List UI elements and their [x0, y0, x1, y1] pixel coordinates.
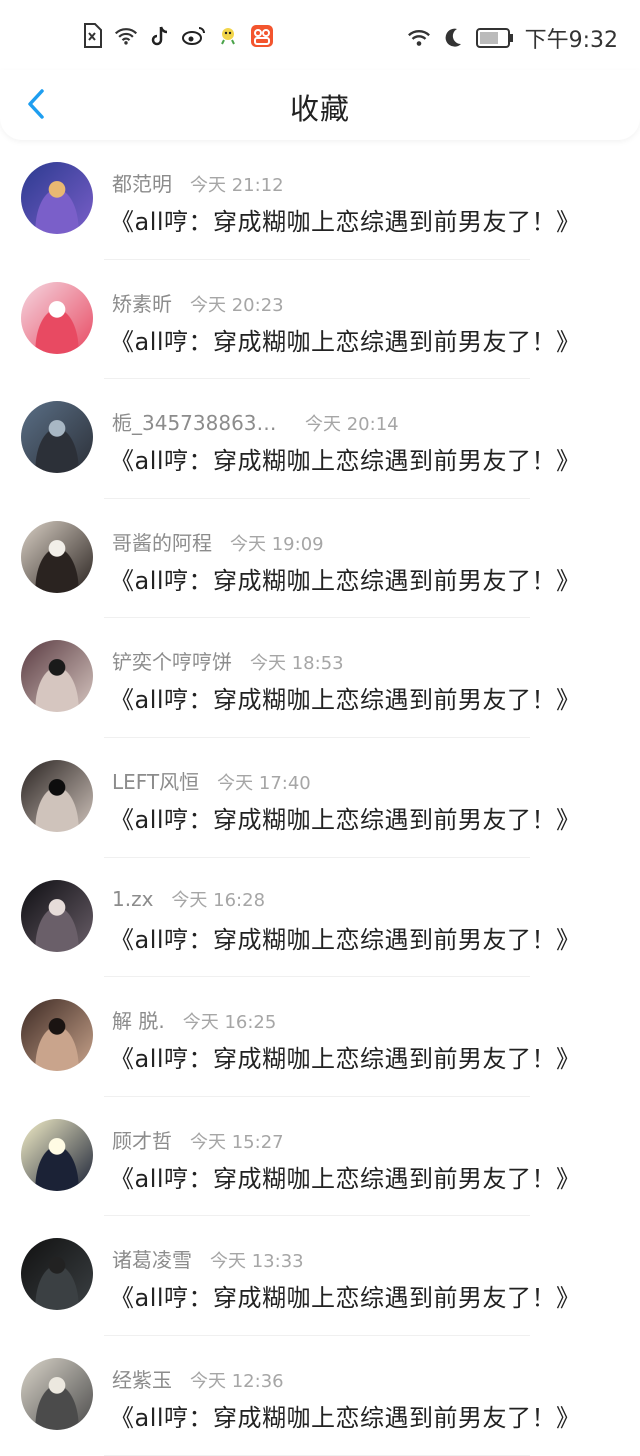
list-item[interactable]: 铲奕个哼哼饼 今天 18:53 《all哼：穿成糊咖上恋综遇到前男友了！》 — [0, 618, 640, 738]
timestamp: 今天 18:53 — [250, 653, 344, 675]
list-item[interactable]: 栀_34573886374... 今天 20:14 《all哼：穿成糊咖上恋综遇到前… — [0, 379, 640, 499]
list-item[interactable]: 1.zx 今天 16:28 《all哼：穿成糊咖上恋综遇到前男友了！》 — [0, 858, 640, 978]
avatar[interactable] — [21, 879, 93, 952]
username[interactable]: 铲奕个哼哼饼 — [112, 646, 232, 675]
timestamp: 今天 20:14 — [305, 414, 399, 436]
avatar[interactable] — [21, 999, 93, 1072]
item-meta: 哥酱的阿程 今天 19:09 — [112, 527, 324, 556]
item-meta: 顾才哲 今天 15:27 — [112, 1125, 284, 1154]
timestamp: 今天 21:12 — [190, 175, 284, 196]
chat-bird-icon — [216, 22, 240, 50]
item-meta: 1.zx 今天 16:28 — [112, 886, 265, 912]
avatar[interactable] — [21, 640, 93, 713]
favorited-title[interactable]: 《all哼：穿成糊咖上恋综遇到前男友了！》 — [110, 561, 581, 596]
username[interactable]: 栀_34573886374... — [112, 407, 287, 436]
item-meta: 铲奕个哼哼饼 今天 18:53 — [112, 646, 344, 675]
item-meta: 矫素昕 今天 20:23 — [112, 288, 284, 317]
store-icon — [250, 22, 274, 50]
favorites-list: 都范明 今天 21:12 《all哼：穿成糊咖上恋综遇到前男友了！》 矫素昕 今天 20… — [0, 140, 640, 1456]
username[interactable]: 哥酱的阿程 — [112, 527, 212, 556]
divider — [104, 1454, 530, 1456]
item-meta: 解 脱. 今天 16:25 — [112, 1005, 276, 1034]
favorited-title[interactable]: 《all哼：穿成糊咖上恋综遇到前男友了！》 — [110, 441, 581, 476]
username[interactable]: 都范明 — [112, 168, 172, 197]
timestamp: 今天 16:25 — [182, 1012, 277, 1034]
timestamp: 今天 17:40 — [217, 772, 311, 794]
timestamp: 今天 19:09 — [230, 533, 324, 555]
moon-icon — [441, 24, 465, 52]
favorited-title[interactable]: 《all哼：穿成糊咖上恋综遇到前男友了！》 — [110, 800, 581, 835]
avatar[interactable] — [21, 281, 93, 354]
favorited-title[interactable]: 《all哼：穿成糊咖上恋综遇到前男友了！》 — [110, 680, 581, 715]
avatar[interactable] — [21, 1118, 93, 1191]
timestamp: 今天 12:36 — [190, 1370, 284, 1392]
status-bar: 下午9:32 — [0, 0, 640, 70]
tiktok-icon — [148, 22, 172, 50]
item-meta: 都范明 今天 21:12 — [112, 168, 284, 197]
sim-missing-icon — [80, 22, 104, 50]
list-item[interactable]: 顾才哲 今天 15:27 《all哼：穿成糊咖上恋综遇到前男友了！》 — [0, 1097, 640, 1217]
avatar[interactable] — [21, 1238, 93, 1311]
favorited-title[interactable]: 《all哼：穿成糊咖上恋综遇到前男友了！》 — [110, 1398, 581, 1433]
list-item[interactable]: 矫素昕 今天 20:23 《all哼：穿成糊咖上恋综遇到前男友了！》 — [0, 260, 640, 380]
username[interactable]: 解 脱. — [112, 1005, 165, 1034]
wifi-icon — [114, 22, 138, 50]
avatar[interactable] — [21, 520, 93, 593]
favorited-title[interactable]: 《all哼：穿成糊咖上恋综遇到前男友了！》 — [110, 920, 581, 955]
battery-icon — [475, 24, 515, 52]
favorited-title[interactable]: 《all哼：穿成糊咖上恋综遇到前男友了！》 — [110, 202, 581, 237]
status-right-icons: 下午9:32 — [407, 22, 618, 54]
timestamp: 今天 13:33 — [210, 1251, 304, 1273]
wifi-icon — [407, 24, 431, 52]
item-meta: 经紫玉 今天 12:36 — [112, 1364, 284, 1393]
avatar[interactable] — [21, 401, 93, 474]
favorited-title[interactable]: 《all哼：穿成糊咖上恋综遇到前男友了！》 — [110, 1159, 581, 1194]
timestamp: 今天 20:23 — [190, 294, 284, 316]
favorited-title[interactable]: 《all哼：穿成糊咖上恋综遇到前男友了！》 — [110, 1278, 581, 1313]
timestamp: 今天 15:27 — [190, 1131, 284, 1153]
favorited-title[interactable]: 《all哼：穿成糊咖上恋综遇到前男友了！》 — [110, 1039, 581, 1074]
username[interactable]: 矫素昕 — [112, 288, 172, 317]
username[interactable]: 经紫玉 — [112, 1364, 172, 1393]
avatar[interactable] — [21, 759, 93, 832]
list-item[interactable]: LEFT风恒 今天 17:40 《all哼：穿成糊咖上恋综遇到前男友了！》 — [0, 738, 640, 858]
list-item[interactable]: 都范明 今天 21:12 《all哼：穿成糊咖上恋综遇到前男友了！》 — [0, 140, 640, 260]
username[interactable]: 诸葛凌雪 — [112, 1244, 192, 1273]
weibo-icon — [182, 22, 206, 50]
list-item[interactable]: 诸葛凌雪 今天 13:33 《all哼：穿成糊咖上恋综遇到前男友了！》 — [0, 1216, 640, 1336]
status-left-icons — [80, 22, 274, 50]
list-item[interactable]: 解 脱. 今天 16:25 《all哼：穿成糊咖上恋综遇到前男友了！》 — [0, 977, 640, 1097]
username[interactable]: 1.zx — [112, 887, 153, 911]
item-meta: 诸葛凌雪 今天 13:33 — [112, 1244, 304, 1273]
list-item[interactable]: 哥酱的阿程 今天 19:09 《all哼：穿成糊咖上恋综遇到前男友了！》 — [0, 499, 640, 619]
app-header: 收藏 — [0, 70, 640, 140]
item-meta: LEFT风恒 今天 17:40 — [112, 766, 311, 795]
favorited-title[interactable]: 《all哼：穿成糊咖上恋综遇到前男友了！》 — [110, 322, 581, 357]
username[interactable]: LEFT风恒 — [112, 766, 199, 795]
list-item[interactable]: 经紫玉 今天 12:36 《all哼：穿成糊咖上恋综遇到前男友了！》 — [0, 1336, 640, 1456]
avatar[interactable] — [21, 162, 93, 234]
timestamp: 今天 16:28 — [171, 889, 266, 911]
item-meta: 栀_34573886374... 今天 20:14 — [112, 407, 399, 436]
avatar[interactable] — [21, 1357, 93, 1430]
page-title: 收藏 — [289, 92, 350, 126]
username[interactable]: 顾才哲 — [112, 1125, 172, 1154]
clock-time: 下午9:32 — [524, 28, 618, 53]
